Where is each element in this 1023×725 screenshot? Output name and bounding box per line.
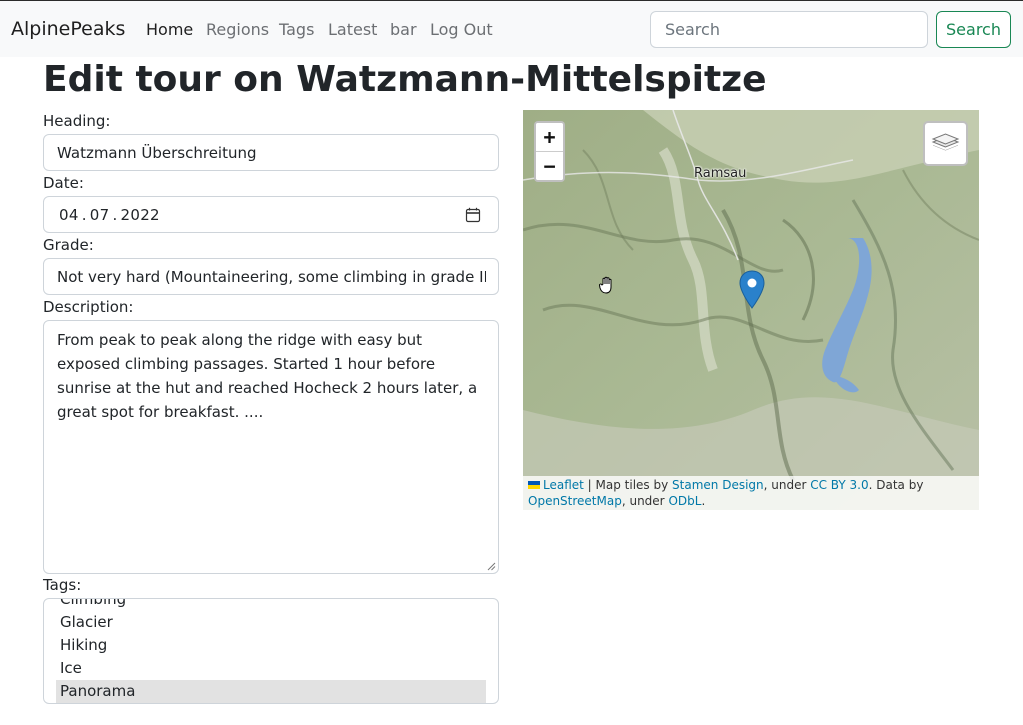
layers-icon	[931, 133, 960, 151]
place-label-ramsau: Ramsau	[694, 166, 747, 181]
ccby-link[interactable]: CC BY 3.0	[810, 478, 868, 492]
zoom-out-button[interactable]: −	[536, 152, 563, 180]
leaflet-link[interactable]: Leaflet	[543, 478, 584, 492]
attribution-text: .	[701, 494, 706, 508]
heading-input[interactable]: Watzmann Überschreitung	[43, 134, 499, 171]
description-textarea[interactable]: From peak to peak along the ridge with e…	[43, 320, 499, 574]
stamen-link[interactable]: Stamen Design	[672, 478, 764, 492]
nav-regions[interactable]: Regions	[206, 20, 269, 39]
odbl-link[interactable]: ODbL	[668, 494, 701, 508]
date-day[interactable]: 04	[59, 206, 79, 224]
heading-label: Heading:	[43, 112, 111, 130]
page-title: Edit tour on Watzmann-Mittelspitze	[43, 59, 767, 100]
search-button[interactable]: Search	[936, 11, 1011, 48]
date-separator: .	[112, 206, 118, 224]
zoom-control: + −	[534, 121, 565, 182]
date-month[interactable]: 07	[90, 206, 110, 224]
ukraine-flag-icon	[528, 481, 540, 489]
map-terrain	[523, 110, 979, 510]
grade-value: Not very hard (Mountaineering, some clim…	[57, 268, 486, 286]
attribution-text: . Data by	[868, 478, 924, 492]
date-label: Date:	[43, 174, 84, 192]
nav-bar[interactable]: bar	[390, 20, 417, 39]
tags-multiselect[interactable]: Climbing Glacier Hiking Ice Panorama	[43, 598, 499, 704]
calendar-icon[interactable]	[465, 207, 481, 223]
date-input[interactable]: 04. 07. 2022	[43, 196, 499, 233]
attribution-text: , under	[763, 478, 811, 492]
attribution-text: , under	[621, 494, 669, 508]
tag-option[interactable]: Hiking	[56, 634, 486, 657]
nav-latest[interactable]: Latest	[328, 20, 377, 39]
date-value: 04. 07. 2022	[59, 206, 160, 224]
tag-option[interactable]: Glacier	[56, 611, 486, 634]
nav-tags[interactable]: Tags	[279, 20, 314, 39]
tag-option-selected[interactable]: Panorama	[56, 680, 486, 703]
description-label: Description:	[43, 298, 134, 316]
tag-option[interactable]: Climbing	[56, 599, 486, 611]
osm-link[interactable]: OpenStreetMap	[528, 494, 622, 508]
map-marker-icon[interactable]	[738, 270, 766, 310]
grade-select[interactable]: Not very hard (Mountaineering, some clim…	[43, 258, 499, 295]
resize-handle-icon[interactable]	[486, 561, 496, 571]
search-input[interactable]	[650, 11, 928, 48]
heading-value: Watzmann Überschreitung	[57, 144, 257, 162]
description-value: From peak to peak along the ridge with e…	[57, 331, 478, 421]
date-separator: .	[81, 206, 87, 224]
tag-option[interactable]: Ice	[56, 657, 486, 680]
grade-label: Grade:	[43, 236, 94, 254]
nav-home[interactable]: Home	[146, 20, 193, 39]
layers-button[interactable]	[923, 121, 968, 166]
map[interactable]: Ramsau + − Leaflet | Map tiles by Stamen…	[523, 110, 979, 510]
attribution-text: | Map tiles by	[583, 478, 673, 492]
zoom-in-button[interactable]: +	[536, 123, 563, 152]
map-attribution: Leaflet | Map tiles by Stamen Design, un…	[523, 476, 979, 510]
date-year[interactable]: 2022	[121, 206, 160, 224]
hand-cursor-icon	[599, 276, 612, 294]
navbar: AlpinePeaks Home Regions Tags Latest bar…	[0, 0, 1023, 57]
tags-label: Tags:	[43, 576, 82, 594]
nav-logout[interactable]: Log Out	[430, 20, 493, 39]
brand-logo[interactable]: AlpinePeaks	[11, 18, 125, 40]
